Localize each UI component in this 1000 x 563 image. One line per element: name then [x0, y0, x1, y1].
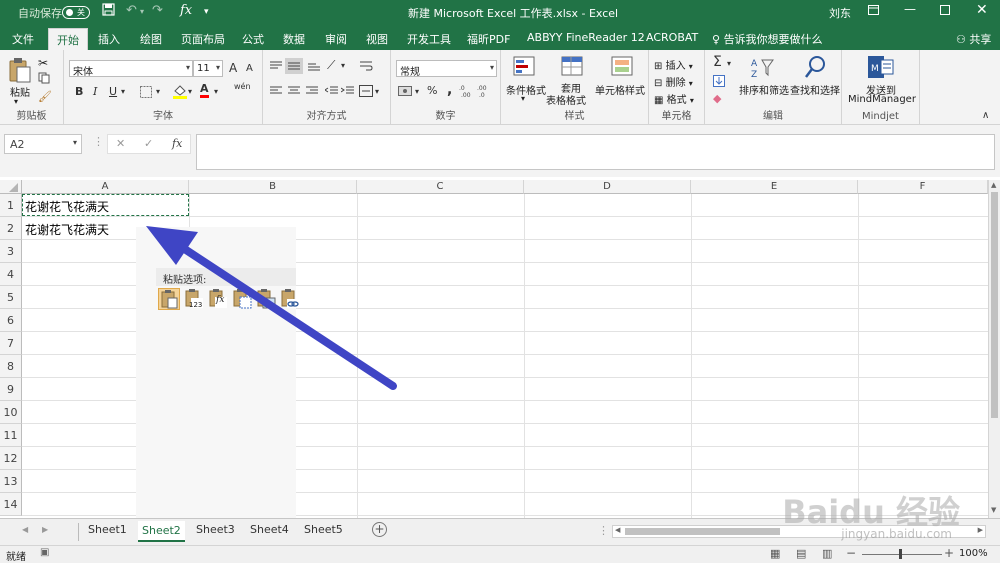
prev-sheet-icon[interactable]: ◀: [22, 525, 28, 534]
zoom-out-icon[interactable]: −: [846, 546, 856, 560]
baidu-watermark-url: jingyan.baidu.com: [841, 527, 952, 541]
zoom-slider-handle[interactable]: [899, 549, 902, 559]
page-layout-view-icon[interactable]: ▤: [796, 547, 806, 560]
scroll-down-icon[interactable]: ▼: [991, 506, 996, 514]
scroll-right-icon[interactable]: ▶: [978, 526, 983, 534]
vertical-scrollbar[interactable]: ▲ ▼: [988, 180, 1000, 518]
sheet-tab-4[interactable]: Sheet4: [250, 523, 289, 536]
page-break-view-icon[interactable]: ▥: [822, 547, 832, 560]
vertical-scroll-thumb[interactable]: [991, 192, 998, 418]
status-bar: 就绪 ▣ ▦ ▤ ▥ − + 100%: [0, 545, 1000, 563]
zoom-in-icon[interactable]: +: [944, 546, 954, 560]
tab-separator: [78, 523, 79, 541]
sheet-tab-5[interactable]: Sheet5: [304, 523, 343, 536]
horizontal-scroll-thumb[interactable]: [625, 528, 780, 535]
next-sheet-icon[interactable]: ▶: [42, 525, 48, 534]
zoom-level[interactable]: 100%: [959, 548, 988, 559]
add-sheet-icon[interactable]: +: [372, 522, 387, 537]
status-ready: 就绪: [6, 552, 26, 563]
sheet-tab-3[interactable]: Sheet3: [196, 523, 235, 536]
annotation-arrow: [146, 226, 397, 390]
scroll-up-icon[interactable]: ▲: [991, 181, 996, 189]
sheet-tab-2[interactable]: Sheet2: [138, 521, 185, 542]
scroll-left-icon[interactable]: ◀: [615, 526, 620, 534]
zoom-slider[interactable]: [862, 554, 942, 555]
normal-view-icon[interactable]: ▦: [770, 547, 780, 560]
macro-record-icon[interactable]: ▣: [40, 547, 49, 558]
tab-splitter[interactable]: ⋮: [598, 524, 609, 537]
sheet-tab-1[interactable]: Sheet1: [88, 523, 127, 536]
